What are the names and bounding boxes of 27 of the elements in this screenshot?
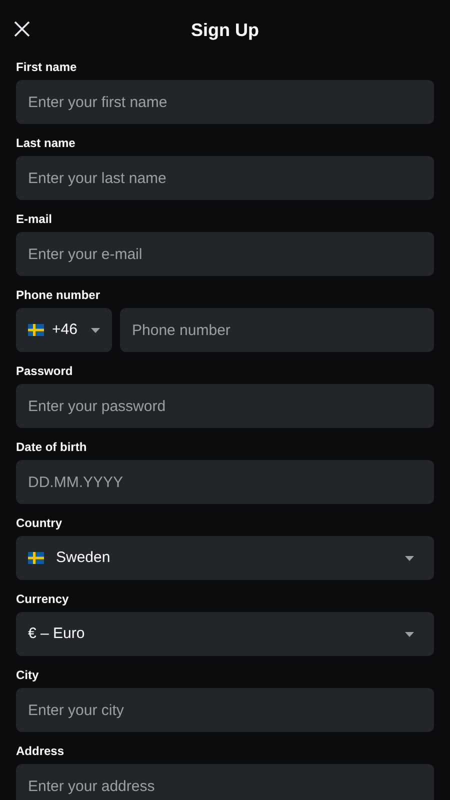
caret-icon — [91, 328, 100, 332]
select-dropdown[interactable]: Sweden — [16, 536, 434, 580]
close-button[interactable] — [14, 21, 30, 37]
text-field[interactable]: Enter your e-mail — [16, 232, 434, 276]
caret-icon — [405, 556, 414, 560]
field-label: Address — [16, 744, 64, 758]
page-title: Sign Up — [191, 18, 259, 42]
close-icon — [14, 21, 30, 37]
field-label: City — [16, 668, 39, 682]
text-field[interactable]: Enter your address — [16, 764, 434, 800]
country-code-dropdown[interactable]: +46 — [16, 308, 112, 352]
field-label: Password — [16, 364, 73, 378]
field-label: Last name — [16, 136, 76, 150]
text-field[interactable]: DD.MM.YYYY — [16, 460, 434, 504]
field-label: Date of birth — [16, 440, 87, 454]
text-field[interactable]: Enter your password — [16, 384, 434, 428]
text-field[interactable]: Enter your first name — [16, 80, 434, 124]
select-dropdown[interactable]: € – Euro — [16, 612, 434, 656]
field-label: E-mail — [16, 212, 52, 226]
text-field[interactable]: Enter your city — [16, 688, 434, 732]
text-field[interactable]: Enter your last name — [16, 156, 434, 200]
field-label: Country — [16, 516, 62, 530]
phone-field[interactable]: Phone number — [120, 308, 434, 352]
caret-icon — [405, 632, 414, 636]
field-label: Phone number — [16, 288, 100, 302]
field-label: Currency — [16, 592, 69, 606]
field-label: First name — [16, 60, 77, 74]
